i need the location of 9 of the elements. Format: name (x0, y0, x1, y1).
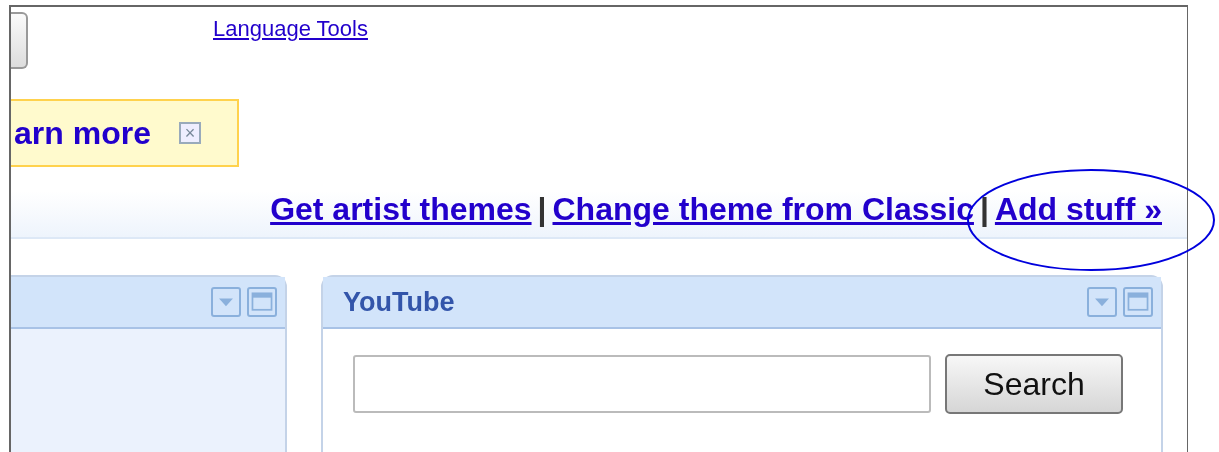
language-tools-link[interactable]: Language Tools (213, 12, 368, 45)
link[interactable]: Add stuff » (994, 191, 1162, 227)
link[interactable]: Change theme from Classic (552, 191, 974, 227)
link[interactable]: Get artist themes (270, 191, 532, 227)
learn-more-link[interactable]: arn more (14, 109, 151, 157)
gadget-title: YouTube (343, 285, 456, 319)
search-button[interactable]: Search (945, 354, 1123, 414)
separator: | (979, 191, 989, 227)
separator: | (537, 191, 547, 227)
